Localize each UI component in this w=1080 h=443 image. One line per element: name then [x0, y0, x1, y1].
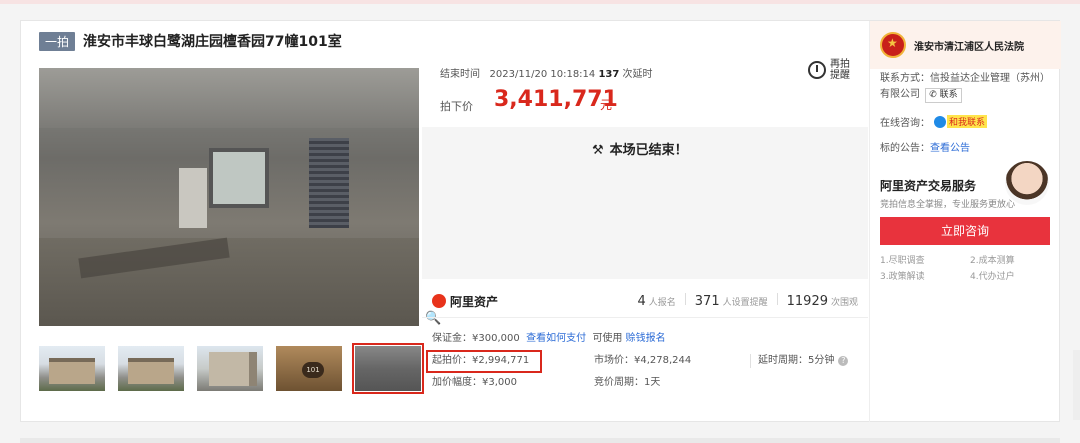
- deposit: 保证金：¥300,000: [432, 333, 520, 344]
- thumbnail-4[interactable]: [276, 346, 342, 391]
- chat-with-me-button[interactable]: 和我联系: [947, 115, 988, 128]
- ended-banner: ⚒ 本场已结束！: [422, 127, 868, 279]
- service-promo: 阿里资产交易服务 竞拍信息全掌握，专业服务更放心: [880, 159, 1055, 215]
- thumbnail-strip: [39, 343, 424, 394]
- main-photo[interactable]: [39, 68, 419, 326]
- info-divider: [422, 317, 868, 318]
- delay-label: 次延时: [622, 69, 653, 80]
- price-unit: 元: [600, 98, 613, 112]
- final-price-label: 拍下价: [440, 100, 473, 113]
- promo-title: 阿里资产交易服务: [880, 179, 977, 193]
- end-time-value: 2023/11/20 10:18:14: [489, 69, 596, 80]
- start-price: 起拍价：¥2,994,771: [432, 355, 530, 366]
- ended-message: ⚒ 本场已结束！: [592, 139, 688, 158]
- stat-separator: [776, 293, 778, 305]
- how-to-pay-link[interactable]: 查看如何支付: [526, 333, 586, 344]
- contact-info: 联系方式：信投益达企业管理（苏州）有限公司 ✆ 联系: [880, 71, 1055, 103]
- photo-door: [179, 168, 207, 228]
- notice-label: 标的公告：: [880, 143, 930, 154]
- deposit-row: 保证金：¥300,000 查看如何支付 可使用 赊钱报名: [432, 328, 666, 350]
- zoom-icon[interactable]: 🔍: [425, 311, 441, 326]
- thumbnail-2[interactable]: [118, 346, 184, 391]
- page-side-tab[interactable]: [1073, 350, 1080, 420]
- service-item: 4.代办过户: [970, 272, 1015, 282]
- reminder-label: 人设置提醒: [722, 298, 768, 308]
- ali-asset-logo-icon: [432, 294, 446, 308]
- stats: 4 人报名 371 人设置提醒 11929 次围观: [637, 293, 858, 309]
- delay-period: 延时周期：5分钟?: [758, 350, 849, 372]
- side-panel: 淮安市清江浦区人民法院 联系方式：信投益达企业管理（苏州）有限公司 ✆ 联系 在…: [869, 21, 1061, 422]
- usable-label: 可使用: [592, 333, 623, 344]
- view-label: 次围观: [830, 298, 858, 308]
- remind-label: 再拍 提醒: [830, 59, 850, 81]
- detail-separator: [750, 354, 751, 368]
- auction-round-tag: 一拍: [39, 31, 76, 51]
- notice-row: 标的公告：查看公告: [880, 139, 970, 154]
- contact-button-label: 联系: [939, 90, 958, 100]
- promo-subtitle: 竞拍信息全掌握，专业服务更放心: [880, 200, 1016, 210]
- brand-row: 阿里资产 4 人报名 371 人设置提醒 11929 次围观: [432, 289, 868, 313]
- consult-label: 在线咨询：: [880, 118, 930, 129]
- court-name[interactable]: 淮安市清江浦区人民法院: [914, 38, 1024, 53]
- stat-separator: [684, 293, 686, 305]
- gavel-icon: ⚒: [592, 143, 604, 158]
- service-item: 2.成本测算: [970, 256, 1015, 266]
- property-title[interactable]: 淮安市丰球白鹭湖庄园檀香园77幢101室: [83, 31, 342, 51]
- signup-label: 人报名: [648, 298, 676, 308]
- brand-name: 阿里资产: [450, 294, 499, 309]
- contact-label: 联系方式：信投益达企业管理（苏州）有限公司: [880, 73, 1050, 100]
- signup-count: 4: [637, 294, 646, 309]
- service-item: 1.尽职调查: [880, 256, 925, 266]
- view-count: 11929: [786, 294, 828, 309]
- consult-now-button[interactable]: 立即咨询: [880, 217, 1050, 245]
- bottom-divider: [20, 438, 1060, 443]
- end-time-label: 结束时间: [440, 69, 480, 80]
- ended-text: 本场已结束！: [609, 143, 688, 158]
- contact-button[interactable]: ✆ 联系: [925, 88, 962, 103]
- photo-shutter: [309, 138, 349, 228]
- auction-title: 一拍 淮安市丰球白鹭湖庄园檀香园77幢101室: [39, 31, 342, 51]
- thumbnail-3[interactable]: [197, 346, 263, 391]
- photo-window: [209, 148, 269, 208]
- top-divider: [0, 0, 1080, 4]
- service-item: 3.政策解读: [880, 272, 925, 282]
- bid-increment: 加价幅度：¥3,000: [432, 377, 517, 388]
- wangwang-icon: [934, 115, 946, 128]
- end-time-row: 结束时间 2023/11/20 10:18:14 137 次延时: [440, 65, 653, 80]
- bid-period: 竞价周期：1天: [594, 377, 661, 388]
- remind-button[interactable]: 再拍 提醒: [808, 59, 850, 81]
- view-notice-link[interactable]: 查看公告: [930, 143, 970, 154]
- delay-count: 137: [598, 69, 620, 80]
- thumbnail-1[interactable]: [39, 346, 105, 391]
- market-price: 市场价：¥4,278,244: [594, 355, 692, 366]
- court-emblem-icon: [880, 32, 906, 58]
- auction-card: 一拍 淮安市丰球白鹭湖庄园檀香园77幢101室 🔍 结束时间 2023/11/2…: [20, 20, 1061, 422]
- help-icon[interactable]: ?: [838, 356, 849, 366]
- photo-ceiling: [39, 68, 419, 128]
- photo-floor: [39, 238, 419, 326]
- thumbnail-5[interactable]: [352, 343, 424, 394]
- earn-signup-link[interactable]: 赊钱报名: [626, 333, 666, 344]
- online-consult: 在线咨询： 和我联系: [880, 114, 988, 129]
- reminder-count: 371: [694, 294, 720, 309]
- alarm-clock-icon: [808, 61, 826, 79]
- delay-period-text: 延时周期：5分钟: [758, 355, 835, 366]
- court-header: 淮安市清江浦区人民法院: [870, 21, 1061, 69]
